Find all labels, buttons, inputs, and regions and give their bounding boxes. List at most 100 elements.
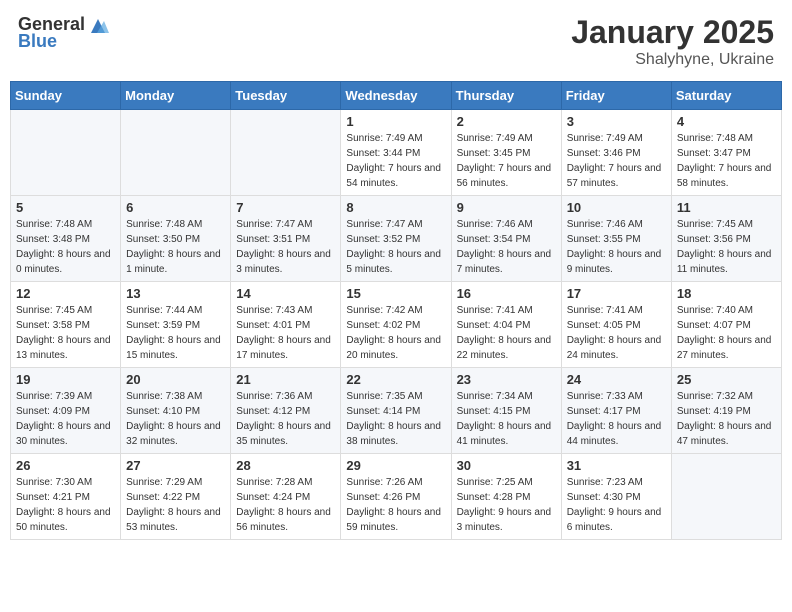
day-info: Sunrise: 7:32 AM Sunset: 4:19 PM Dayligh… [677,389,776,449]
day-info: Sunrise: 7:40 AM Sunset: 4:07 PM Dayligh… [677,303,776,363]
day-info: Sunrise: 7:29 AM Sunset: 4:22 PM Dayligh… [126,475,225,535]
calendar-cell: 1 Sunrise: 7:49 AM Sunset: 3:44 PM Daylig… [341,110,451,196]
day-number: 23 [457,372,556,387]
day-info: Sunrise: 7:46 AM Sunset: 3:54 PM Dayligh… [457,217,556,277]
day-number: 30 [457,458,556,473]
calendar-cell: 19Sunrise: 7:39 AM Sunset: 4:09 PM Dayli… [11,368,121,454]
calendar-cell: 23 Sunrise: 7:34 AM Sunset: 4:15 PM Dayli… [451,368,561,454]
day-info: Sunrise: 7:42 AM Sunset: 4:02 PM Dayligh… [346,303,445,363]
day-info: Sunrise: 7:23 AM Sunset: 4:30 PM Dayligh… [567,475,666,535]
weekday-header: Monday [121,82,231,110]
calendar-cell: 22Sunrise: 7:35 AM Sunset: 4:14 PM Dayli… [341,368,451,454]
weekday-header: Thursday [451,82,561,110]
calendar-cell: 24Sunrise: 7:33 AM Sunset: 4:17 PM Dayli… [561,368,671,454]
weekday-header: Wednesday [341,82,451,110]
calendar-cell: 31 Sunrise: 7:23 AM Sunset: 4:30 PM Dayli… [561,454,671,540]
calendar-cell: 15 Sunrise: 7:42 AM Sunset: 4:02 PM Dayli… [341,282,451,368]
calendar-cell [11,110,121,196]
logo-blue: Blue [18,31,57,52]
logo: General Blue [18,14,109,52]
calendar-cell: 30 Sunrise: 7:25 AM Sunset: 4:28 PM Dayli… [451,454,561,540]
day-number: 11 [677,200,776,215]
day-info: Sunrise: 7:45 AM Sunset: 3:58 PM Dayligh… [16,303,115,363]
calendar-week-row: 1 Sunrise: 7:49 AM Sunset: 3:44 PM Daylig… [11,110,782,196]
weekday-header: Friday [561,82,671,110]
calendar-cell: 12 Sunrise: 7:45 AM Sunset: 3:58 PM Dayli… [11,282,121,368]
day-number: 21 [236,372,335,387]
calendar-cell [671,454,781,540]
calendar-cell: 8 Sunrise: 7:47 AM Sunset: 3:52 PM Daylig… [341,196,451,282]
day-number: 16 [457,286,556,301]
day-number: 20 [126,372,225,387]
day-number: 31 [567,458,666,473]
day-number: 7 [236,200,335,215]
day-number: 14 [236,286,335,301]
calendar-cell: 29 Sunrise: 7:26 AM Sunset: 4:26 PM Dayli… [341,454,451,540]
weekday-header: Sunday [11,82,121,110]
calendar-cell: 20Sunrise: 7:38 AM Sunset: 4:10 PM Dayli… [121,368,231,454]
day-info: Sunrise: 7:49 AM Sunset: 3:45 PM Dayligh… [457,131,556,191]
calendar-week-row: 19Sunrise: 7:39 AM Sunset: 4:09 PM Dayli… [11,368,782,454]
day-number: 2 [457,114,556,129]
day-info: Sunrise: 7:41 AM Sunset: 4:05 PM Dayligh… [567,303,666,363]
day-info: Sunrise: 7:25 AM Sunset: 4:28 PM Dayligh… [457,475,556,535]
day-info: Sunrise: 7:47 AM Sunset: 3:51 PM Dayligh… [236,217,335,277]
day-info: Sunrise: 7:46 AM Sunset: 3:55 PM Dayligh… [567,217,666,277]
calendar-cell: 18 Sunrise: 7:40 AM Sunset: 4:07 PM Dayli… [671,282,781,368]
day-number: 15 [346,286,445,301]
day-info: Sunrise: 7:48 AM Sunset: 3:50 PM Dayligh… [126,217,225,277]
calendar-cell: 14 Sunrise: 7:43 AM Sunset: 4:01 PM Dayli… [231,282,341,368]
calendar-cell [121,110,231,196]
calendar-cell: 5Sunrise: 7:48 AM Sunset: 3:48 PM Daylig… [11,196,121,282]
day-info: Sunrise: 7:34 AM Sunset: 4:15 PM Dayligh… [457,389,556,449]
day-number: 27 [126,458,225,473]
day-info: Sunrise: 7:49 AM Sunset: 3:46 PM Dayligh… [567,131,666,191]
day-info: Sunrise: 7:48 AM Sunset: 3:47 PM Dayligh… [677,131,776,191]
calendar-cell: 3 Sunrise: 7:49 AM Sunset: 3:46 PM Daylig… [561,110,671,196]
day-number: 25 [677,372,776,387]
day-number: 4 [677,114,776,129]
day-info: Sunrise: 7:39 AM Sunset: 4:09 PM Dayligh… [16,389,115,449]
title-block: January 2025 Shalyhyne, Ukraine [571,14,774,69]
calendar-cell: 17Sunrise: 7:41 AM Sunset: 4:05 PM Dayli… [561,282,671,368]
day-number: 10 [567,200,666,215]
page-header: General Blue January 2025 Shalyhyne, Ukr… [10,10,782,73]
calendar-table: SundayMondayTuesdayWednesdayThursdayFrid… [10,81,782,540]
day-info: Sunrise: 7:35 AM Sunset: 4:14 PM Dayligh… [346,389,445,449]
day-number: 8 [346,200,445,215]
day-info: Sunrise: 7:45 AM Sunset: 3:56 PM Dayligh… [677,217,776,277]
day-number: 18 [677,286,776,301]
day-info: Sunrise: 7:26 AM Sunset: 4:26 PM Dayligh… [346,475,445,535]
location-subtitle: Shalyhyne, Ukraine [571,51,774,69]
calendar-week-row: 5Sunrise: 7:48 AM Sunset: 3:48 PM Daylig… [11,196,782,282]
day-info: Sunrise: 7:49 AM Sunset: 3:44 PM Dayligh… [346,131,445,191]
day-info: Sunrise: 7:28 AM Sunset: 4:24 PM Dayligh… [236,475,335,535]
day-info: Sunrise: 7:43 AM Sunset: 4:01 PM Dayligh… [236,303,335,363]
calendar-week-row: 12 Sunrise: 7:45 AM Sunset: 3:58 PM Dayli… [11,282,782,368]
day-info: Sunrise: 7:30 AM Sunset: 4:21 PM Dayligh… [16,475,115,535]
day-number: 1 [346,114,445,129]
calendar-cell: 16Sunrise: 7:41 AM Sunset: 4:04 PM Dayli… [451,282,561,368]
day-number: 3 [567,114,666,129]
weekday-header: Saturday [671,82,781,110]
calendar-cell: 4 Sunrise: 7:48 AM Sunset: 3:47 PM Daylig… [671,110,781,196]
day-info: Sunrise: 7:44 AM Sunset: 3:59 PM Dayligh… [126,303,225,363]
day-number: 29 [346,458,445,473]
calendar-cell: 2 Sunrise: 7:49 AM Sunset: 3:45 PM Daylig… [451,110,561,196]
weekday-header: Tuesday [231,82,341,110]
day-number: 6 [126,200,225,215]
calendar-cell: 26 Sunrise: 7:30 AM Sunset: 4:21 PM Dayli… [11,454,121,540]
calendar-cell [231,110,341,196]
calendar-cell: 7 Sunrise: 7:47 AM Sunset: 3:51 PM Daylig… [231,196,341,282]
calendar-cell: 13Sunrise: 7:44 AM Sunset: 3:59 PM Dayli… [121,282,231,368]
logo-icon [87,15,109,35]
calendar-cell: 6 Sunrise: 7:48 AM Sunset: 3:50 PM Daylig… [121,196,231,282]
day-number: 12 [16,286,115,301]
day-number: 24 [567,372,666,387]
day-info: Sunrise: 7:47 AM Sunset: 3:52 PM Dayligh… [346,217,445,277]
calendar-cell: 28Sunrise: 7:28 AM Sunset: 4:24 PM Dayli… [231,454,341,540]
calendar-cell: 9 Sunrise: 7:46 AM Sunset: 3:54 PM Daylig… [451,196,561,282]
day-number: 9 [457,200,556,215]
calendar-cell: 25 Sunrise: 7:32 AM Sunset: 4:19 PM Dayli… [671,368,781,454]
day-number: 26 [16,458,115,473]
